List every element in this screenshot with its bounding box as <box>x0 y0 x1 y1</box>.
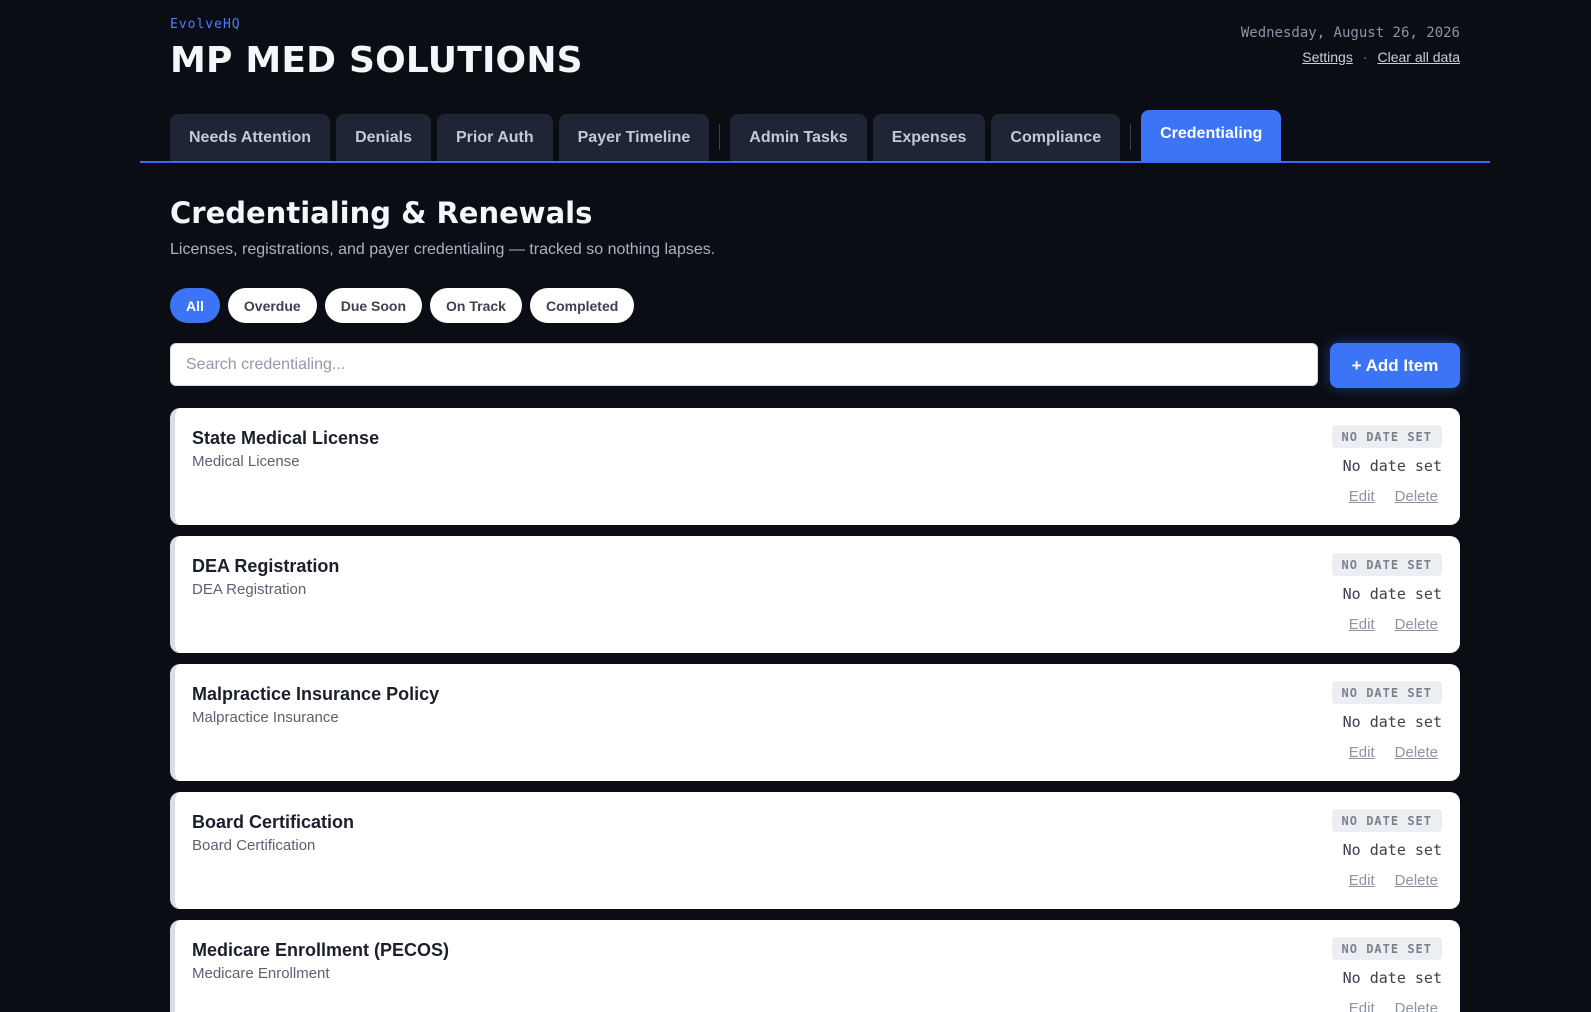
status-badge: NO DATE SET <box>1331 553 1442 576</box>
due-date-text: No date set <box>1342 713 1442 731</box>
credential-title: Board Certification <box>192 812 355 832</box>
card-actions: Edit Delete <box>1329 488 1438 505</box>
filter-all[interactable]: All <box>170 288 220 323</box>
credential-card: State Medical License Medical License NO… <box>170 408 1460 525</box>
edit-button[interactable]: Edit <box>1349 1000 1375 1012</box>
tab-denials[interactable]: Denials <box>336 114 431 161</box>
credential-title: DEA Registration <box>192 556 340 576</box>
card-actions: Edit Delete <box>1329 872 1438 889</box>
clear-all-data-link[interactable]: Clear all data <box>1378 49 1461 65</box>
tab-prior-auth[interactable]: Prior Auth <box>437 114 553 161</box>
tab-compliance[interactable]: Compliance <box>991 114 1121 161</box>
filter-overdue[interactable]: Overdue <box>227 288 317 323</box>
credential-title: Medicare Enrollment (PECOS) <box>192 940 450 960</box>
credential-title: State Medical License <box>192 428 380 448</box>
due-date-text: No date set <box>1342 841 1442 859</box>
credential-card: Malpractice Insurance Policy Malpractice… <box>170 664 1460 781</box>
tab-list: Needs Attention Denials Prior Auth Payer… <box>170 110 1287 161</box>
credential-type: Malpractice Insurance <box>192 709 339 726</box>
tab-expenses[interactable]: Expenses <box>872 114 986 161</box>
credential-type: DEA Registration <box>192 581 307 598</box>
filter-on-track[interactable]: On Track <box>430 288 522 323</box>
edit-button[interactable]: Edit <box>1349 616 1375 633</box>
credential-card: Board Certification Board Certification … <box>170 792 1460 909</box>
credential-card: Medicare Enrollment (PECOS) Medicare Enr… <box>170 920 1460 1012</box>
tab-payer-timeline[interactable]: Payer Timeline <box>558 114 710 161</box>
current-date: Wednesday, August 26, 2026 <box>1240 25 1460 41</box>
link-separator: · <box>1362 49 1368 65</box>
status-badge: NO DATE SET <box>1331 809 1442 832</box>
page-subtitle: Licenses, registrations, and payer crede… <box>170 241 716 258</box>
company-name: MP MED SOLUTIONS <box>170 40 583 81</box>
credential-type: Medicare Enrollment <box>192 965 330 982</box>
settings-link[interactable]: Settings <box>1302 49 1353 65</box>
brand-label: EvolveHQ <box>170 17 241 32</box>
delete-button[interactable]: Delete <box>1395 744 1438 761</box>
delete-button[interactable]: Delete <box>1395 1000 1438 1012</box>
status-badge: NO DATE SET <box>1331 681 1442 704</box>
tab-bar: Needs Attention Denials Prior Auth Payer… <box>140 110 1490 163</box>
card-actions: Edit Delete <box>1329 1000 1438 1012</box>
delete-button[interactable]: Delete <box>1395 488 1438 505</box>
credential-type: Board Certification <box>192 837 316 854</box>
tab-credentialing[interactable]: Credentialing <box>1141 110 1282 161</box>
filter-due-soon[interactable]: Due Soon <box>324 288 423 323</box>
due-date-text: No date set <box>1342 585 1442 603</box>
status-badge: NO DATE SET <box>1331 937 1442 960</box>
credential-type: Medical License <box>192 453 300 470</box>
search-input[interactable] <box>170 343 1318 386</box>
tab-admin-tasks[interactable]: Admin Tasks <box>730 114 867 161</box>
header-links: Settings · Clear all data <box>1302 49 1460 65</box>
edit-button[interactable]: Edit <box>1349 744 1375 761</box>
credential-title: Malpractice Insurance Policy <box>192 684 440 704</box>
status-badge: NO DATE SET <box>1331 425 1442 448</box>
edit-button[interactable]: Edit <box>1349 872 1375 889</box>
card-actions: Edit Delete <box>1329 744 1438 761</box>
delete-button[interactable]: Delete <box>1395 616 1438 633</box>
page-title: Credentialing & Renewals <box>170 196 593 230</box>
tab-needs-attention[interactable]: Needs Attention <box>170 114 331 161</box>
due-date-text: No date set <box>1342 969 1442 987</box>
tab-divider <box>719 124 721 150</box>
app-page: EvolveHQ MP MED SOLUTIONS Wednesday, Aug… <box>0 0 1591 1012</box>
filter-bar: All Overdue Due Soon On Track Completed <box>170 288 642 323</box>
filter-completed[interactable]: Completed <box>529 288 635 323</box>
edit-button[interactable]: Edit <box>1349 488 1375 505</box>
delete-button[interactable]: Delete <box>1395 872 1438 889</box>
tab-divider <box>1130 124 1132 150</box>
credential-list: State Medical License Medical License NO… <box>170 408 1460 1012</box>
add-item-button[interactable]: + Add Item <box>1330 343 1460 388</box>
credential-card: DEA Registration DEA Registration NO DAT… <box>170 536 1460 653</box>
card-actions: Edit Delete <box>1329 616 1438 633</box>
due-date-text: No date set <box>1342 457 1442 475</box>
